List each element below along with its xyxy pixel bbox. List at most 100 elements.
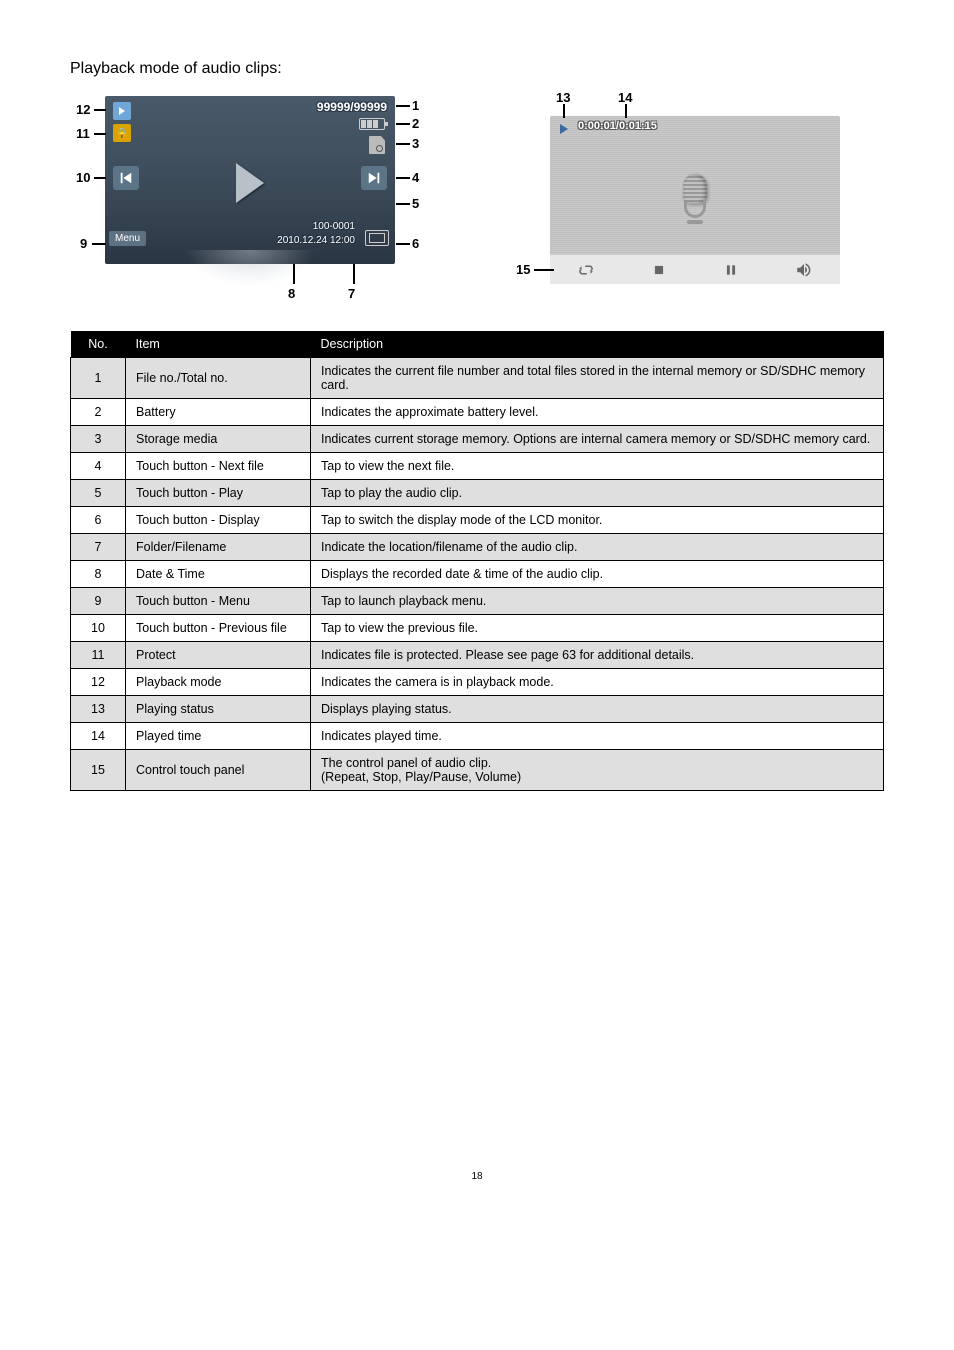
callout-line — [94, 133, 106, 135]
table-row: 15Control touch panelThe control panel o… — [71, 750, 884, 791]
cell-no: 6 — [71, 507, 126, 534]
cell-desc: Indicates the current file number and to… — [311, 358, 884, 399]
cell-desc: Indicate the location/filename of the au… — [311, 534, 884, 561]
callout-line — [563, 104, 565, 118]
page-title: Playback mode of audio clips: — [70, 60, 884, 78]
callout-line — [396, 203, 410, 205]
cell-item: Storage media — [126, 426, 311, 453]
callout-8: 8 — [288, 286, 295, 301]
cell-no: 7 — [71, 534, 126, 561]
callout-15: 15 — [516, 262, 530, 277]
camera-screen-1: 99999/99999 🔒 Menu 100-0001 2010.12.24 1… — [105, 96, 395, 264]
date-time: 2010.12.24 12:00 — [277, 235, 355, 246]
cell-item: Playing status — [126, 696, 311, 723]
cell-desc: The control panel of audio clip. (Repeat… — [311, 750, 884, 791]
table-row: 10Touch button - Previous fileTap to vie… — [71, 615, 884, 642]
cell-item: Playback mode — [126, 669, 311, 696]
playing-status-icon — [556, 121, 572, 137]
diagram-container: 99999/99999 🔒 Menu 100-0001 2010.12.24 1… — [70, 96, 884, 306]
table-row: 1File no./Total no.Indicates the current… — [71, 358, 884, 399]
callout-line — [94, 109, 106, 111]
callout-line — [534, 269, 554, 271]
cell-no: 15 — [71, 750, 126, 791]
playing-screen-diagram: 0:00:01/0:01:15 — [510, 96, 870, 306]
cell-item: Date & Time — [126, 561, 311, 588]
callout-line — [92, 243, 106, 245]
callout-3: 3 — [412, 136, 419, 151]
cell-no: 2 — [71, 399, 126, 426]
play-pause-button[interactable] — [721, 260, 741, 280]
callout-9: 9 — [80, 236, 87, 251]
skip-next-icon — [367, 171, 381, 185]
cell-item: Protect — [126, 642, 311, 669]
volume-icon — [795, 261, 813, 279]
callout-5: 5 — [412, 196, 419, 211]
callout-line — [625, 104, 627, 118]
table-row: 8Date & TimeDisplays the recorded date &… — [71, 561, 884, 588]
cell-item: Battery — [126, 399, 311, 426]
cell-no: 13 — [71, 696, 126, 723]
cell-item: Touch button - Play — [126, 480, 311, 507]
callout-line — [396, 123, 410, 125]
next-file-button[interactable] — [361, 166, 387, 190]
pause-icon — [724, 263, 738, 277]
cell-desc: Tap to view the previous file. — [311, 615, 884, 642]
callout-6: 6 — [412, 236, 419, 251]
battery-icon — [359, 118, 385, 130]
table-row: 13Playing statusDisplays playing status. — [71, 696, 884, 723]
repeat-button[interactable] — [576, 260, 596, 280]
cell-no: 14 — [71, 723, 126, 750]
callout-1: 1 — [412, 98, 419, 113]
callout-line — [293, 264, 295, 284]
cell-no: 5 — [71, 480, 126, 507]
table-row: 2BatteryIndicates the approximate batter… — [71, 399, 884, 426]
callout-4: 4 — [412, 170, 419, 185]
cell-desc: Indicates file is protected. Please see … — [311, 642, 884, 669]
callout-13: 13 — [556, 90, 570, 105]
folder-filename: 100-0001 — [313, 221, 355, 232]
callout-14: 14 — [618, 90, 632, 105]
col-no: No. — [71, 331, 126, 358]
cell-no: 8 — [71, 561, 126, 588]
table-row: 11ProtectIndicates file is protected. Pl… — [71, 642, 884, 669]
callout-2: 2 — [412, 116, 419, 131]
cell-no: 9 — [71, 588, 126, 615]
callout-11: 11 — [76, 126, 90, 141]
table-row: 5Touch button - PlayTap to play the audi… — [71, 480, 884, 507]
stop-button[interactable] — [649, 260, 669, 280]
cell-item: Folder/Filename — [126, 534, 311, 561]
table-row: 3Storage mediaIndicates current storage … — [71, 426, 884, 453]
cell-desc: Displays the recorded date & time of the… — [311, 561, 884, 588]
col-item: Item — [126, 331, 311, 358]
cell-desc: Displays playing status. — [311, 696, 884, 723]
cell-desc: Tap to view the next file. — [311, 453, 884, 480]
control-touch-panel[interactable] — [550, 254, 840, 284]
col-desc: Description — [311, 331, 884, 358]
callout-line — [353, 264, 355, 284]
cell-item: File no./Total no. — [126, 358, 311, 399]
cell-no: 3 — [71, 426, 126, 453]
play-button[interactable] — [236, 163, 264, 203]
cell-no: 11 — [71, 642, 126, 669]
previous-file-button[interactable] — [113, 166, 139, 190]
page-number: 18 — [70, 1171, 884, 1182]
played-time: 0:00:01/0:01:15 — [578, 120, 657, 132]
protect-lock-icon: 🔒 — [113, 124, 131, 142]
callout-12: 12 — [76, 102, 90, 117]
table-row: 7Folder/FilenameIndicate the location/fi… — [71, 534, 884, 561]
table-row: 6Touch button - DisplayTap to switch the… — [71, 507, 884, 534]
volume-button[interactable] — [794, 260, 814, 280]
cell-item: Control touch panel — [126, 750, 311, 791]
cell-item: Played time — [126, 723, 311, 750]
cell-desc: Indicates current storage memory. Option… — [311, 426, 884, 453]
callout-10: 10 — [76, 170, 90, 185]
microphone-icon — [677, 174, 713, 232]
reflection-decoration — [185, 250, 315, 286]
menu-button[interactable]: Menu — [109, 231, 146, 246]
playback-mode-icon — [113, 102, 131, 120]
display-button[interactable] — [365, 230, 389, 246]
cell-desc: Tap to switch the display mode of the LC… — [311, 507, 884, 534]
cell-desc: Indicates played time. — [311, 723, 884, 750]
camera-screen-2: 0:00:01/0:01:15 — [550, 116, 840, 284]
callout-line — [396, 177, 410, 179]
